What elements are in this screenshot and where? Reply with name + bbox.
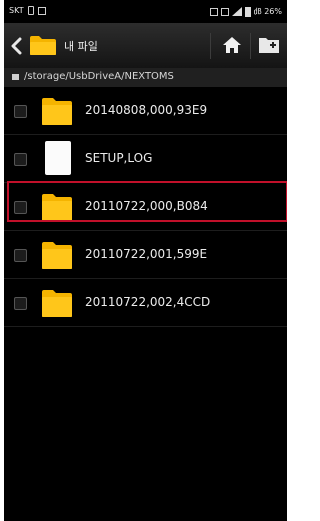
back-chevron-icon[interactable] xyxy=(10,37,22,55)
folder-icon xyxy=(42,194,72,221)
select-checkbox[interactable] xyxy=(14,153,27,166)
current-path: /storage/UsbDriveA/NEXTOMS xyxy=(24,71,174,82)
screenshot-icon xyxy=(37,6,46,15)
phone-screen: SKT ㏈ 26% 내 파일 /storage/UsbDriveA/NEXTOM… xyxy=(4,0,287,521)
status-bar: SKT ㏈ 26% xyxy=(4,0,287,23)
select-checkbox[interactable] xyxy=(14,105,27,118)
alarm-icon xyxy=(220,7,229,16)
storage-icon xyxy=(12,74,19,80)
file-list: 20140808,000,93E9 SETUP,LOG 20110722,000… xyxy=(4,87,287,327)
battery-icon xyxy=(244,6,251,17)
action-bar: 내 파일 xyxy=(4,23,287,69)
document-icon xyxy=(45,141,71,175)
select-checkbox[interactable] xyxy=(14,297,27,310)
file-name: SETUP,LOG xyxy=(85,151,153,165)
screen-title: 내 파일 xyxy=(64,40,98,53)
folder-icon xyxy=(30,36,56,55)
file-name: 20110722,001,599E xyxy=(85,247,208,261)
signal-icon xyxy=(231,7,242,16)
list-item[interactable]: 20110722,001,599E xyxy=(4,231,287,279)
divider xyxy=(210,33,211,59)
file-name: 20110722,002,4CCD xyxy=(85,295,211,309)
vibrate-icon xyxy=(209,7,218,16)
list-item[interactable]: SETUP,LOG xyxy=(4,135,287,183)
status-right-text: ㏈ 26% xyxy=(253,7,282,16)
list-item[interactable]: 20110722,002,4CCD xyxy=(4,279,287,327)
select-checkbox[interactable] xyxy=(14,249,27,262)
new-folder-icon[interactable] xyxy=(258,35,280,55)
usb-icon xyxy=(27,6,34,15)
divider xyxy=(250,33,251,59)
file-name: 20140808,000,93E9 xyxy=(85,103,208,117)
list-item[interactable]: 20110722,000,B084 xyxy=(4,183,287,231)
folder-icon xyxy=(42,242,72,269)
home-icon[interactable] xyxy=(221,34,243,56)
file-name: 20110722,000,B084 xyxy=(85,199,208,213)
path-bar: /storage/UsbDriveA/NEXTOMS xyxy=(4,68,287,87)
folder-icon xyxy=(42,98,72,125)
select-checkbox[interactable] xyxy=(14,201,27,214)
carrier-label: SKT xyxy=(9,6,24,15)
folder-icon xyxy=(42,290,72,317)
list-item[interactable]: 20140808,000,93E9 xyxy=(4,87,287,135)
